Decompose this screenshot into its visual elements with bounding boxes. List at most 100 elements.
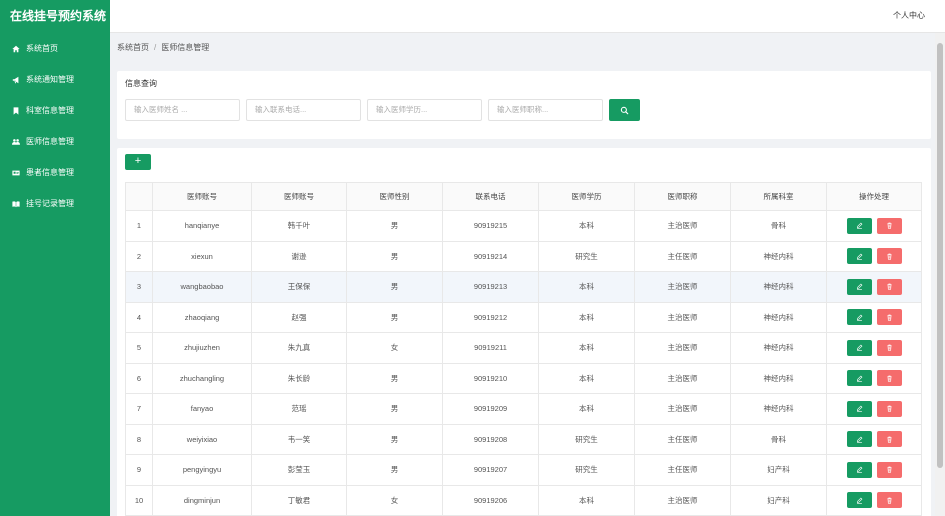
edit-button[interactable]	[846, 309, 872, 326]
table-cell: 妇产科	[730, 484, 827, 516]
table-cell: 男	[346, 240, 443, 272]
book-open-icon	[11, 199, 21, 209]
column-header: 所属科室	[730, 182, 827, 211]
table-cell: 研究生	[538, 240, 635, 272]
delete-button[interactable]	[876, 217, 902, 234]
table-cell: zhaoqiang	[152, 301, 252, 333]
actions-cell	[826, 423, 922, 455]
column-header: 联系电话	[442, 182, 539, 211]
edit-button[interactable]	[846, 278, 872, 295]
title-input[interactable]: 输入医师职称...	[488, 99, 603, 121]
table-cell: 7	[125, 393, 153, 425]
table-cell: 主任医师	[634, 423, 731, 455]
table-cell: zhuchangling	[152, 362, 252, 394]
search-icon	[620, 106, 629, 114]
doctor-table-panel: + 医师账号 医师账号 医师性别 联系电话 医师学历 医师职称 所属科室 操作处…	[117, 148, 931, 516]
edit-button[interactable]	[846, 248, 872, 265]
add-doctor-button[interactable]: +	[125, 154, 151, 170]
sidebar-item-patient[interactable]: 患者信息管理	[0, 157, 110, 188]
table-cell: 主治医师	[634, 210, 731, 242]
sidebar-item-notice[interactable]: 系统通知管理	[0, 64, 110, 95]
breadcrumb-home[interactable]: 系统首页	[117, 42, 149, 53]
edit-icon	[856, 436, 863, 443]
delete-button[interactable]	[876, 248, 902, 265]
doctor-name-input[interactable]: 输入医师姓名 ...	[125, 99, 240, 121]
table-cell: 主治医师	[634, 362, 731, 394]
edit-button[interactable]	[846, 492, 872, 509]
table-cell: 10	[125, 484, 153, 516]
phone-input[interactable]: 输入联系电话...	[246, 99, 361, 121]
actions-cell	[826, 332, 922, 364]
edit-icon	[856, 222, 863, 229]
delete-button[interactable]	[876, 278, 902, 295]
table-row: 5 zhujiuzhen 朱九真女 90919211 本科 主治医师 神经内科	[125, 332, 922, 364]
table-cell: 主任医师	[634, 454, 731, 486]
table-cell: 主治医师	[634, 393, 731, 425]
sidebar-item-home[interactable]: 系统首页	[0, 33, 110, 64]
table-cell: 本科	[538, 484, 635, 516]
sidebar-item-label: 系统首页	[26, 44, 58, 53]
breadcrumb-separator: /	[154, 42, 157, 52]
sidebar-item-doctor[interactable]: 医师信息管理	[0, 126, 110, 157]
bullhorn-icon	[11, 75, 21, 85]
table-cell: 男	[346, 210, 443, 242]
table-cell: 6	[125, 362, 153, 394]
table-cell: xiexun	[152, 240, 252, 272]
app-title: 在线挂号预约系统	[10, 9, 107, 23]
edit-button[interactable]	[846, 339, 872, 356]
table-cell: 3	[125, 271, 153, 303]
edit-icon	[856, 375, 863, 382]
table-row: 10 dingminjun 丁敏君女 90919206 本科 主治医师 妇产科	[125, 484, 922, 516]
delete-button[interactable]	[876, 431, 902, 448]
search-panel-title: 信息查询	[125, 79, 157, 88]
table-row: 3 wangbaobao 王保保男 90919213 本科 主治医师 神经内科	[125, 271, 922, 303]
table-cell: fanyao	[152, 393, 252, 425]
actions-cell	[826, 393, 922, 425]
delete-button[interactable]	[876, 309, 902, 326]
education-input[interactable]: 输入医师学历...	[367, 99, 482, 121]
table-cell: 神经内科	[730, 362, 827, 394]
edit-button[interactable]	[846, 370, 872, 387]
sidebar-item-label: 系统通知管理	[26, 75, 74, 84]
table-cell: 朱长龄	[251, 362, 347, 394]
table-cell: 9	[125, 454, 153, 486]
scrollbar-thumb[interactable]	[937, 43, 943, 468]
column-header: 医师性别	[346, 182, 443, 211]
table-cell: 90919215	[442, 210, 539, 242]
edit-button[interactable]	[846, 431, 872, 448]
table-cell: weiyixiao	[152, 423, 252, 455]
table-cell: 男	[346, 393, 443, 425]
sidebar-item-label: 科室信息管理	[26, 106, 74, 115]
table-cell: wangbaobao	[152, 271, 252, 303]
table-cell: zhujiuzhen	[152, 332, 252, 364]
user-center-link[interactable]: 个人中心	[893, 10, 925, 21]
edit-icon	[856, 283, 863, 290]
table-cell: 90919207	[442, 454, 539, 486]
table-cell: 男	[346, 362, 443, 394]
table-cell: 4	[125, 301, 153, 333]
sidebar: 在线挂号预约系统 系统首页 系统通知管理 科室信息管理 医师信息管理 患者信息管…	[0, 0, 110, 516]
trash-icon	[886, 344, 893, 351]
table-cell: 本科	[538, 332, 635, 364]
trash-icon	[886, 375, 893, 382]
delete-button[interactable]	[876, 492, 902, 509]
delete-button[interactable]	[876, 370, 902, 387]
delete-button[interactable]	[876, 339, 902, 356]
sidebar-item-registration[interactable]: 挂号记录管理	[0, 188, 110, 219]
table-row: 1 hanqianye 韩千叶男 90919215 本科 主治医师 骨科	[125, 210, 922, 242]
edit-button[interactable]	[846, 461, 872, 478]
delete-button[interactable]	[876, 400, 902, 417]
table-cell: 王保保	[251, 271, 347, 303]
table-row: 7 fanyao 范瑶男 90919209 本科 主治医师 神经内科	[125, 393, 922, 425]
edit-button[interactable]	[846, 217, 872, 234]
delete-button[interactable]	[876, 461, 902, 478]
edit-button[interactable]	[846, 400, 872, 417]
table-cell: 本科	[538, 362, 635, 394]
top-header: 个人中心	[110, 0, 945, 33]
table-cell: 神经内科	[730, 301, 827, 333]
search-button[interactable]	[609, 99, 640, 121]
page-scrollbar[interactable]	[935, 33, 945, 516]
sidebar-item-department[interactable]: 科室信息管理	[0, 95, 110, 126]
table-cell: 彭莹玉	[251, 454, 347, 486]
table-cell: 丁敏君	[251, 484, 347, 516]
